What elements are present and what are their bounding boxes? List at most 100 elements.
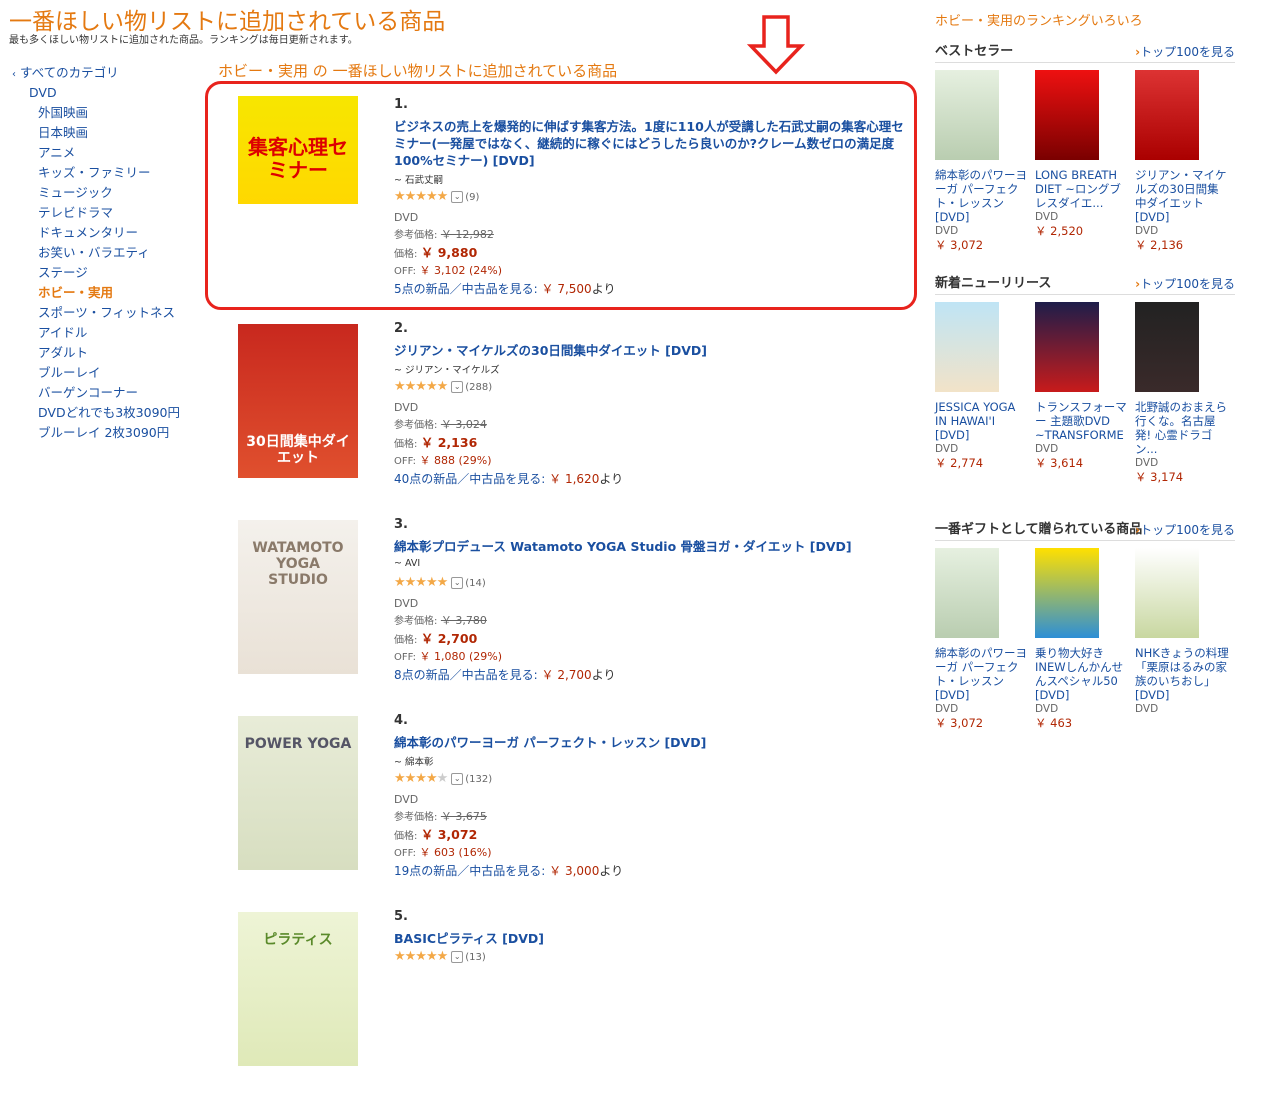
chevron-down-icon[interactable]: ⌄ [451, 773, 464, 785]
nav-item[interactable]: キッズ・ファミリー [12, 163, 212, 183]
sidebar-product-image[interactable] [935, 70, 999, 160]
sidebar-product-format: DVD [1035, 211, 1059, 223]
price-row: 価格: ￥ 9,880 [394, 245, 478, 260]
sidebar-product-image[interactable] [935, 302, 999, 392]
sidebar-section: 一番ギフトとして贈られている商品 ›トップ100を見る 綿本彰のパワーヨーガ パーフ… [935, 520, 1235, 730]
sidebar-product-image[interactable] [1035, 302, 1099, 392]
star-rating-icon[interactable]: ★★★★★ [394, 949, 448, 964]
sidebar-product-title[interactable]: 北野誠のおまえら行くな。名古屋発! 心霊ドラゴン... [1135, 400, 1229, 456]
sidebar-product-image[interactable] [1135, 70, 1199, 160]
product-rating[interactable]: ★★★★★ ⌄ (14) [394, 573, 904, 593]
nav-item[interactable]: ホビー・実用 [12, 283, 212, 303]
sidebar-product-title[interactable]: NHKきょうの料理「栗原はるみの家族のいちおし」 [DVD] [1135, 646, 1229, 702]
sidebar-product-card: 乗り物大好きINEWしんかんせんスペシャル50 [DVD] DVD ￥ 463 [1035, 548, 1129, 730]
nav-item[interactable]: ブルーレイ 2枚3090円 [12, 423, 212, 443]
nav-item[interactable]: テレビドラマ [12, 203, 212, 223]
review-count[interactable]: (288) [465, 382, 492, 393]
nav-item[interactable]: スポーツ・フィットネス [12, 303, 212, 323]
nav-item[interactable]: アダルト [12, 343, 212, 363]
offers-link[interactable]: 40点の新品／中古品を見る: ￥ 1,620より [394, 470, 904, 488]
list-heading-category[interactable]: ホビー・実用 [218, 62, 308, 80]
nav-item[interactable]: アニメ [12, 143, 212, 163]
review-count[interactable]: (132) [465, 774, 492, 785]
chevron-down-icon[interactable]: ⌄ [451, 191, 464, 203]
product-rating[interactable]: ★★★★★ ⌄ (132) [394, 769, 904, 789]
product-format: DVD [394, 793, 419, 806]
list-price: ￥ 12,982 [440, 228, 494, 241]
product-title-link[interactable]: ジリアン・マイケルズの30日間集中ダイエット [DVD] [394, 342, 904, 359]
chevron-down-icon[interactable]: ⌄ [451, 577, 464, 589]
sidebar-product-card: NHKきょうの料理「栗原はるみの家族のいちおし」 [DVD] DVD [1135, 548, 1229, 716]
top100-link[interactable]: ›トップ100を見る [1135, 274, 1235, 294]
review-count[interactable]: (9) [465, 192, 479, 203]
top100-link[interactable]: ›トップ100を見る [1135, 42, 1235, 62]
product-image[interactable]: 30日間集中ダイエット [238, 324, 358, 478]
product-title-link[interactable]: 綿本彰のパワーヨーガ パーフェクト・レッスン [DVD] [394, 734, 904, 751]
sidebar-product-card: LONG BREATH DIET ~ロングブレスダイエ... DVD ￥ 2,520 [1035, 70, 1129, 238]
product-title-link[interactable]: BASICピラティス [DVD] [394, 930, 904, 947]
sidebar-section: 新着ニューリリース ›トップ100を見る JESSICA YOGA IN HAWAI… [935, 274, 1235, 484]
sidebar-product-image[interactable] [935, 548, 999, 638]
sidebar-product-image[interactable] [1035, 548, 1099, 638]
review-count[interactable]: (13) [465, 952, 486, 963]
product-image[interactable]: ピラティス [238, 912, 358, 1066]
sidebar-product-card: 綿本彰のパワーヨーガ パーフェクト・レッスン [DVD] DVD ￥ 3,072 [935, 70, 1029, 252]
sidebar-product-title[interactable]: 綿本彰のパワーヨーガ パーフェクト・レッスン [DVD] [935, 646, 1029, 702]
sidebar-product-title[interactable]: トランスフォーマー 主題歌DVD ~TRANSFORME [1035, 400, 1129, 442]
page-subtitle: 最も多くほしい物リストに追加された商品。ランキングは毎日更新されます。 [9, 35, 358, 46]
product-rating[interactable]: ★★★★★ ⌄ (9) [394, 187, 904, 207]
price: ￥ 9,880 [420, 245, 478, 260]
nav-item[interactable]: ミュージック [12, 183, 212, 203]
product-rating[interactable]: ★★★★★ ⌄ (288) [394, 377, 904, 397]
offers-link[interactable]: 5点の新品／中古品を見る: ￥ 7,500より [394, 280, 904, 298]
down-arrow-icon [746, 15, 806, 75]
nav-item[interactable]: 外国映画 [12, 103, 212, 123]
nav-all-categories[interactable]: ‹ すべてのカテゴリ [12, 63, 212, 83]
product-image[interactable]: 集客心理セミナー [238, 96, 358, 250]
nav-item[interactable]: お笑い・バラエティ [12, 243, 212, 263]
nav-item[interactable]: ブルーレイ [12, 363, 212, 383]
price-row: 価格: ￥ 2,136 [394, 435, 478, 450]
product-image[interactable]: POWER YOGA [238, 716, 358, 870]
star-rating-icon[interactable]: ★★★★★ [394, 575, 448, 590]
chevron-down-icon[interactable]: ⌄ [451, 381, 464, 393]
category-nav: ‹ すべてのカテゴリ DVD 外国映画 日本映画 アニメ キッズ・ファミリー ミュージッ… [12, 63, 212, 443]
price: ￥ 2,700 [420, 631, 478, 646]
chevron-down-icon[interactable]: ⌄ [451, 951, 464, 963]
sidebar-product-title[interactable]: JESSICA YOGA IN HAWAI'I [DVD] [935, 400, 1029, 442]
product-image[interactable]: WATAMOTO YOGA STUDIO [238, 520, 358, 674]
sidebar-product-image[interactable] [1135, 302, 1199, 392]
sidebar-product-image[interactable] [1035, 70, 1099, 160]
sidebar-product-format: DVD [1035, 443, 1059, 455]
offers-link[interactable]: 19点の新品／中古品を見る: ￥ 3,000より [394, 862, 904, 880]
nav-item[interactable]: DVDどれでも3枚3090円 [12, 403, 212, 423]
nav-item[interactable]: バーゲンコーナー [12, 383, 212, 403]
product-author: ~ AVI [394, 558, 421, 569]
product-item: 集客心理セミナー 1. ビジネスの売上を爆発的に伸ばす集客方法。1度に110人が受講… [236, 96, 906, 296]
nav-dvd[interactable]: DVD [12, 83, 212, 103]
top100-link[interactable]: ›トップ100を見る [1135, 520, 1235, 540]
nav-item[interactable]: ステージ [12, 263, 212, 283]
product-title-link[interactable]: 綿本彰プロデュース Watamoto YOGA Studio 骨盤ヨガ・ダイエッ… [394, 538, 904, 555]
sidebar-product-title[interactable]: LONG BREATH DIET ~ロングブレスダイエ... [1035, 168, 1129, 210]
sidebar-product-format: DVD [935, 443, 959, 455]
review-count[interactable]: (14) [465, 578, 486, 589]
nav-item[interactable]: 日本映画 [12, 123, 212, 143]
sidebar-product-title[interactable]: 綿本彰のパワーヨーガ パーフェクト・レッスン [DVD] [935, 168, 1029, 224]
nav-item[interactable]: アイドル [12, 323, 212, 343]
star-rating-icon[interactable]: ★★★★★ [394, 189, 448, 204]
sidebar-product-title[interactable]: ジリアン・マイケルズの30日間集中ダイエット [DVD] [1135, 168, 1229, 224]
nav-item[interactable]: ドキュメンタリー [12, 223, 212, 243]
offers-link[interactable]: 8点の新品／中古品を見る: ￥ 2,700より [394, 666, 904, 684]
star-rating-icon[interactable]: ★★★★★ [394, 379, 448, 394]
star-rating-icon[interactable]: ★★★★★ [394, 771, 448, 786]
sidebar-product-title[interactable]: 乗り物大好きINEWしんかんせんスペシャル50 [DVD] [1035, 646, 1129, 702]
price-row: 価格: ￥ 3,072 [394, 827, 478, 842]
savings-row: OFF: ￥ 1,080 (29%) [394, 650, 502, 663]
savings-row: OFF: ￥ 3,102 (24%) [394, 264, 502, 277]
sidebar-product-image[interactable] [1135, 548, 1199, 638]
product-image-text: 30日間集中ダイエット [246, 434, 350, 467]
ranking-sidebar: ホビー・実用のランキングいろいろ ベストセラー ›トップ100を見る 綿本彰のパワー… [935, 10, 1235, 730]
product-rating[interactable]: ★★★★★ ⌄ (13) [394, 947, 904, 967]
product-title-link[interactable]: ビジネスの売上を爆発的に伸ばす集客方法。1度に110人が受講した石武丈嗣の集客心… [394, 118, 904, 169]
